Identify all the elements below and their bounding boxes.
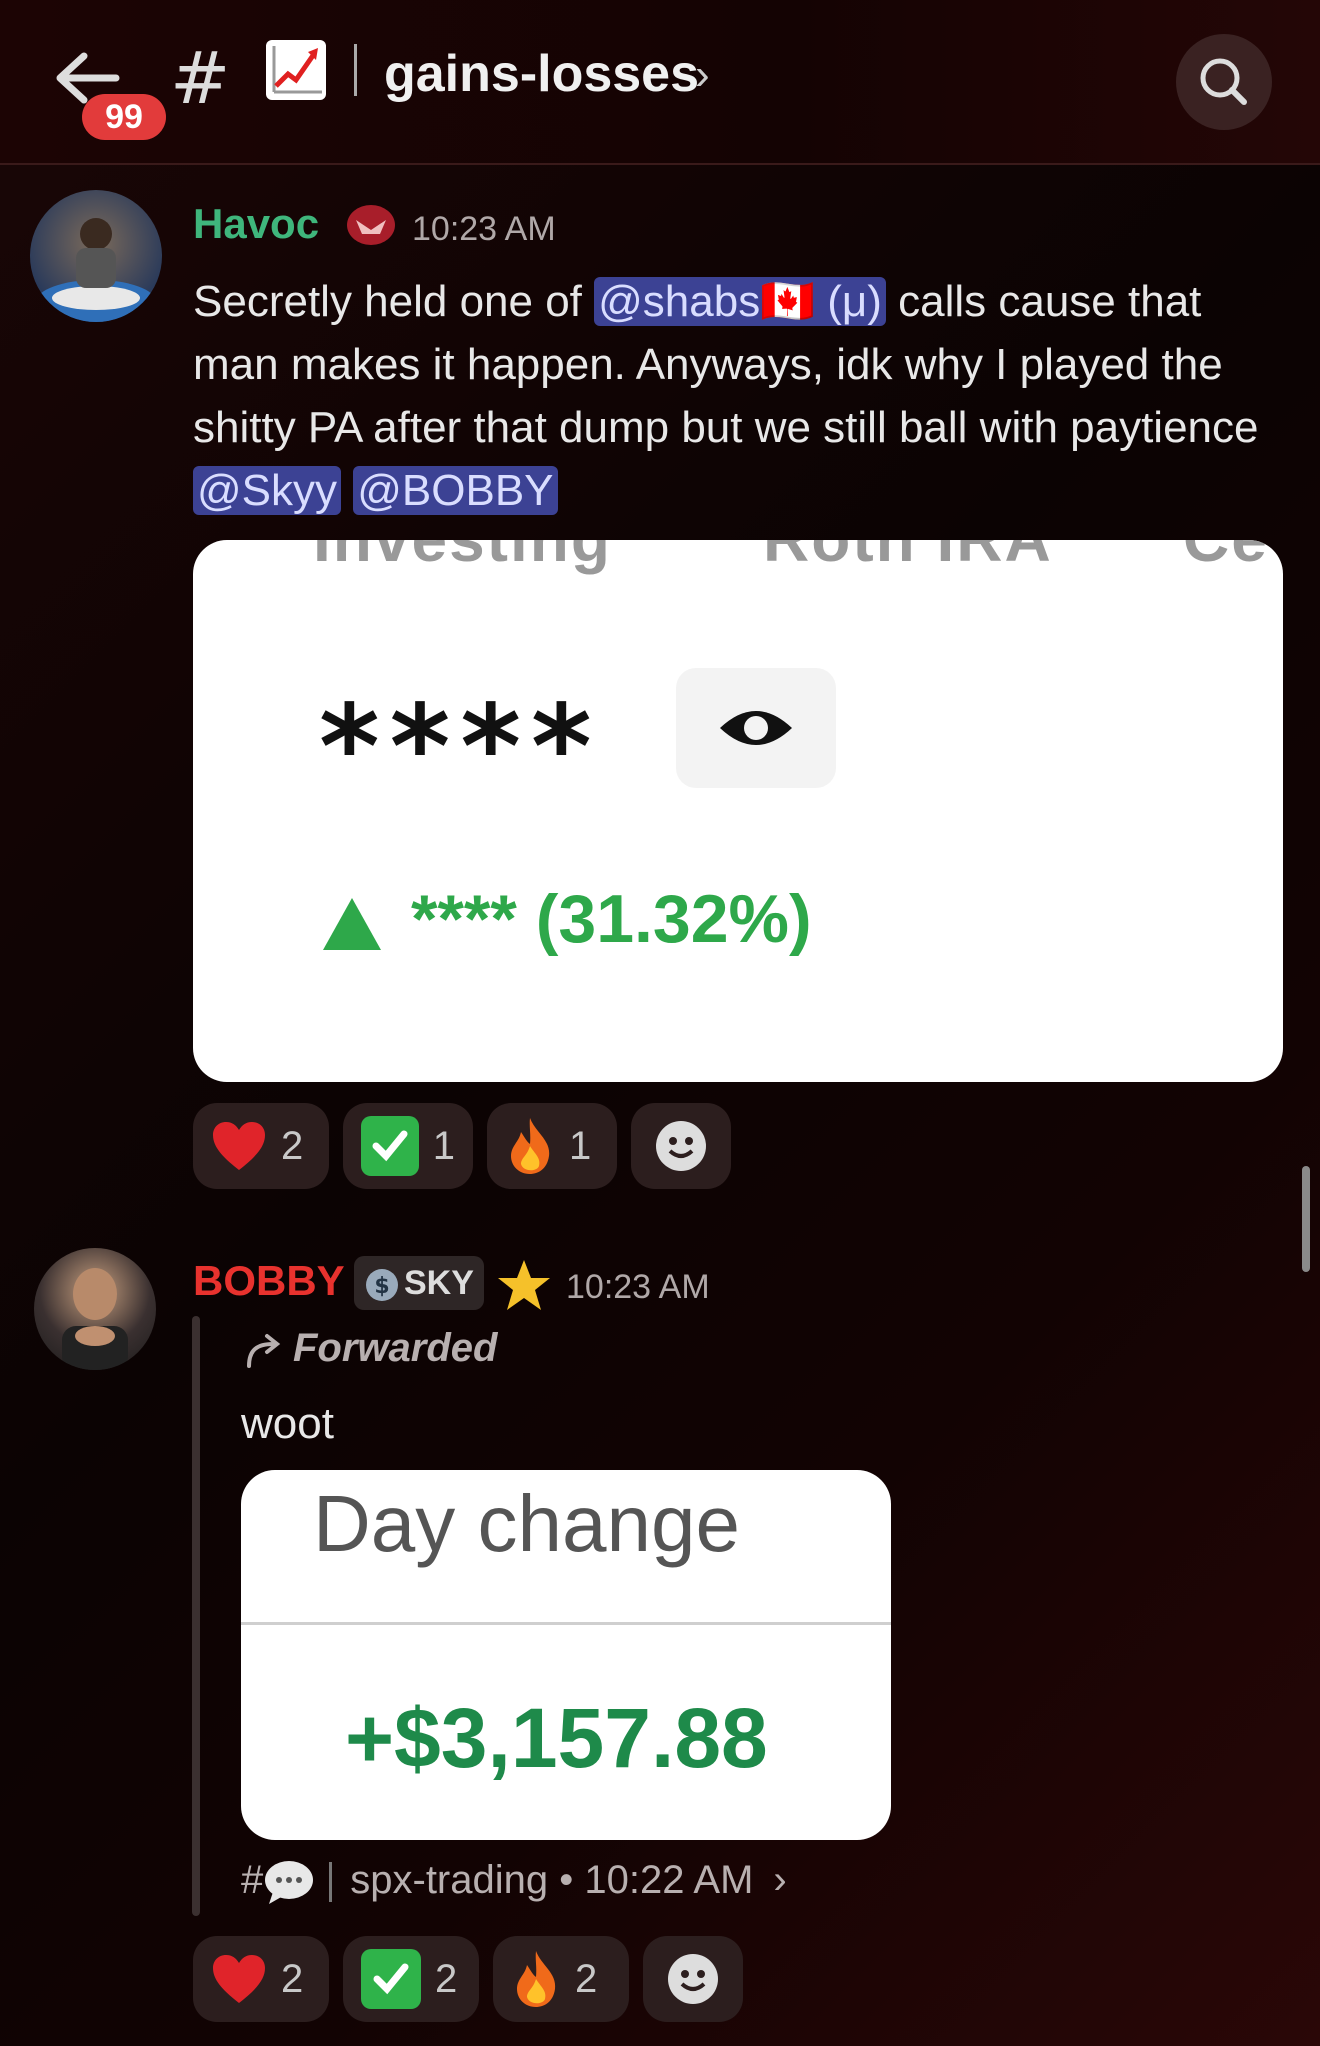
avatar-bobby[interactable]: [34, 1248, 156, 1370]
reaction-check[interactable]: 2: [343, 1936, 479, 2022]
reaction-fire[interactable]: 2: [493, 1936, 629, 2022]
search-icon: [1200, 58, 1247, 105]
reaction-count: 2: [435, 1956, 458, 2001]
image-attachment[interactable]: Investing Roth IRA Ce **** **** (31.32%): [193, 540, 1283, 1082]
gain-value: **** (31.32%): [411, 881, 812, 957]
card-tab-roth-ira: Roth IRA: [763, 540, 1053, 576]
card-tab-investing: Investing: [313, 540, 612, 576]
message-author[interactable]: Havoc: [193, 200, 319, 248]
svg-text:$: $: [374, 1274, 389, 1299]
masked-balance: ****: [319, 680, 602, 815]
heart-icon: [213, 1955, 265, 2003]
forward-arrow-icon: [247, 1334, 281, 1369]
message-timestamp: 10:23 AM: [412, 210, 556, 248]
dollar-icon: $: [366, 1269, 398, 1302]
source-divider: [329, 1862, 333, 1903]
unread-badge: 99: [82, 94, 166, 140]
card-tab-partial: Ce: [1183, 540, 1269, 576]
check-icon: [361, 1949, 421, 2009]
chevron-right-icon: ›: [773, 1858, 787, 1902]
heart-icon: [213, 1122, 265, 1170]
source-channel: spx-trading: [350, 1858, 549, 1902]
message-body: woot: [241, 1399, 334, 1448]
role-icon: [346, 204, 396, 246]
image-attachment[interactable]: Day change +$3,157.88: [241, 1470, 891, 1840]
reaction-count: 1: [569, 1123, 592, 1168]
reaction-fire[interactable]: 1: [487, 1103, 617, 1189]
reaction-count: 2: [575, 1956, 598, 2001]
reaction-heart[interactable]: 2: [193, 1936, 329, 2022]
add-reaction-button[interactable]: [643, 1936, 743, 2022]
day-change-title: Day change: [313, 1479, 740, 1568]
channel-header: 99 # gains-losses ›: [0, 0, 1320, 165]
forwarded-label: Forwarded: [243, 1326, 497, 1371]
mention-skyy[interactable]: @Skyy: [193, 466, 342, 515]
fire-icon: [517, 1951, 556, 2007]
reaction-count: 2: [281, 1956, 304, 2001]
reaction-count: 2: [281, 1123, 304, 1168]
fire-icon: [511, 1118, 550, 1174]
avatar-havoc[interactable]: [30, 190, 162, 322]
channel-name[interactable]: gains-losses: [384, 44, 699, 104]
header-divider: [354, 44, 357, 96]
day-change-amount: +$3,157.88: [345, 1691, 768, 1785]
chevron-right-icon[interactable]: ›: [695, 50, 710, 100]
scrollbar[interactable]: [1302, 1166, 1310, 1272]
triangle-up-icon: [323, 898, 381, 951]
mention-shabs[interactable]: @shabs🇨🇦 (μ): [594, 277, 886, 326]
message-timestamp: 10:23 AM: [566, 1268, 710, 1306]
speech-bubble-icon: [265, 1861, 314, 1905]
source-time: 10:22 AM: [584, 1858, 754, 1902]
search-button[interactable]: [1176, 34, 1272, 130]
gain-row: **** (31.32%): [321, 880, 812, 958]
role-tag-label: SKY: [404, 1264, 474, 1302]
smile-icon: [656, 1121, 706, 1171]
forward-source[interactable]: # spx-trading • 10:22 AM ›: [241, 1858, 787, 1906]
message-body: Secretly held one of @shabs🇨🇦 (μ) calls …: [193, 277, 1259, 515]
eye-icon: [676, 668, 836, 788]
add-reaction-button[interactable]: [631, 1103, 731, 1189]
star-icon: [496, 1258, 552, 1312]
chart-increasing-icon: [266, 40, 326, 100]
hash-icon: #: [170, 36, 231, 120]
check-icon: [361, 1116, 419, 1176]
role-tag: $ SKY: [354, 1256, 484, 1310]
hash-icon: #: [241, 1858, 264, 1902]
card-divider: [241, 1622, 891, 1625]
reaction-count: 1: [432, 1123, 455, 1168]
reaction-heart[interactable]: 2: [193, 1103, 329, 1189]
forward-bar: [192, 1316, 200, 1916]
message-author[interactable]: BOBBY: [193, 1257, 345, 1305]
smile-icon: [668, 1954, 718, 2004]
mention-bobby[interactable]: @BOBBY: [353, 466, 558, 515]
reaction-check[interactable]: 1: [343, 1103, 473, 1189]
source-separator: •: [559, 1858, 574, 1902]
